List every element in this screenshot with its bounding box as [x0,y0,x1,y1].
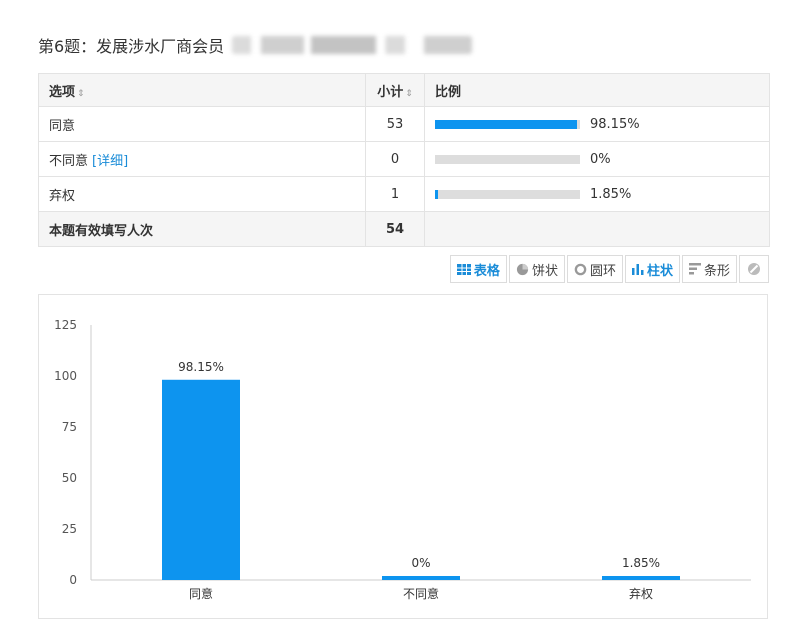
sort-icon[interactable]: ⇕ [405,89,413,99]
total-empty-cell [424,211,770,247]
table-row: 弃权 1 1.85% [38,176,770,212]
option-label: 弃权 [38,176,366,212]
chart-canvas: 0 25 50 75 100 125 98.15% 同意 0% 不同意 1.85% 弃权 [54,318,751,601]
ratio-percent: 98.15% [590,116,640,132]
sort-icon[interactable]: ⇕ [77,89,85,99]
data-label: 0% [411,556,430,570]
total-value: 54 [365,211,425,247]
x-tick-label: 弃权 [629,586,653,601]
bar-view-button[interactable]: 条形 [681,255,737,283]
header-ratio: 比例 [424,73,770,107]
question-title-text: 第6题：发展涉水厂商会员 [38,37,225,56]
bar-view-label: 条形 [703,263,730,279]
ratio-bar [435,154,580,164]
ring-icon [574,263,587,275]
y-tick-label: 50 [62,471,77,485]
option-ratio: 0% [424,141,770,177]
table-row: 同意 53 98.15% [38,106,770,142]
stats-table: 选项 ⇕ 小计 ⇕ 比例 同意 53 98.15% 不同意 [详细] 0 0% 弃权 … [38,73,770,247]
blurred-title-suffix [232,36,473,54]
option-ratio: 1.85% [424,176,770,212]
table-icon [456,263,471,275]
table-view-label: 表格 [473,263,500,279]
ratio-percent: 0% [590,151,611,167]
header-count[interactable]: 小计 ⇕ [365,73,425,107]
ratio-bar [435,189,580,199]
table-total-row: 本题有效填写人次 54 [38,211,770,247]
column-chart-icon [631,264,644,275]
data-label: 1.85% [622,556,660,570]
y-tick-label: 0 [69,573,77,587]
ring-view-button[interactable]: 圆环 [566,255,623,283]
total-label: 本题有效填写人次 [38,211,366,247]
option-ratio: 98.15% [424,106,770,142]
option-count: 0 [365,141,425,177]
detail-link[interactable]: [详细] [92,154,128,169]
ratio-bar [435,119,580,129]
pie-view-label: 饼状 [531,263,558,279]
header-option[interactable]: 选项 ⇕ [38,73,366,107]
bar [382,576,460,580]
bar [162,379,240,580]
y-tick-label: 25 [62,522,77,536]
y-tick-label: 75 [62,420,77,434]
table-view-button[interactable]: 表格 [449,255,507,283]
hide-chart-button[interactable] [739,255,769,283]
question-title: 第6题：发展涉水厂商会员 [38,33,473,57]
pie-view-button[interactable]: 饼状 [508,255,565,283]
ring-view-label: 圆环 [589,263,616,279]
column-view-label: 柱状 [646,263,673,279]
option-count: 53 [365,106,425,142]
bar-chart-icon [688,263,701,275]
option-label: 不同意 [详细] [38,141,366,177]
x-tick-label: 同意 [189,586,213,601]
pie-icon [516,263,529,275]
column-view-button[interactable]: 柱状 [624,255,680,283]
table-row: 不同意 [详细] 0 0% [38,141,770,177]
x-tick-label: 不同意 [403,586,439,601]
y-tick-label: 125 [54,318,77,332]
chart-type-toolbar: 表格 饼状 圆环 柱状 条形 [449,255,769,283]
data-label: 98.15% [178,360,224,374]
ratio-percent: 1.85% [590,186,632,202]
ratio-bar-fill [435,189,438,199]
table-header-row: 选项 ⇕ 小计 ⇕ 比例 [38,73,770,107]
y-tick-label: 100 [54,369,77,383]
ban-icon [748,263,760,275]
ratio-bar-fill [435,119,578,129]
bar [602,576,680,580]
option-count: 1 [365,176,425,212]
column-chart: 0 25 50 75 100 125 98.15% 同意 0% 不同意 1.85% 弃权 [38,294,768,619]
option-label: 同意 [38,106,366,142]
